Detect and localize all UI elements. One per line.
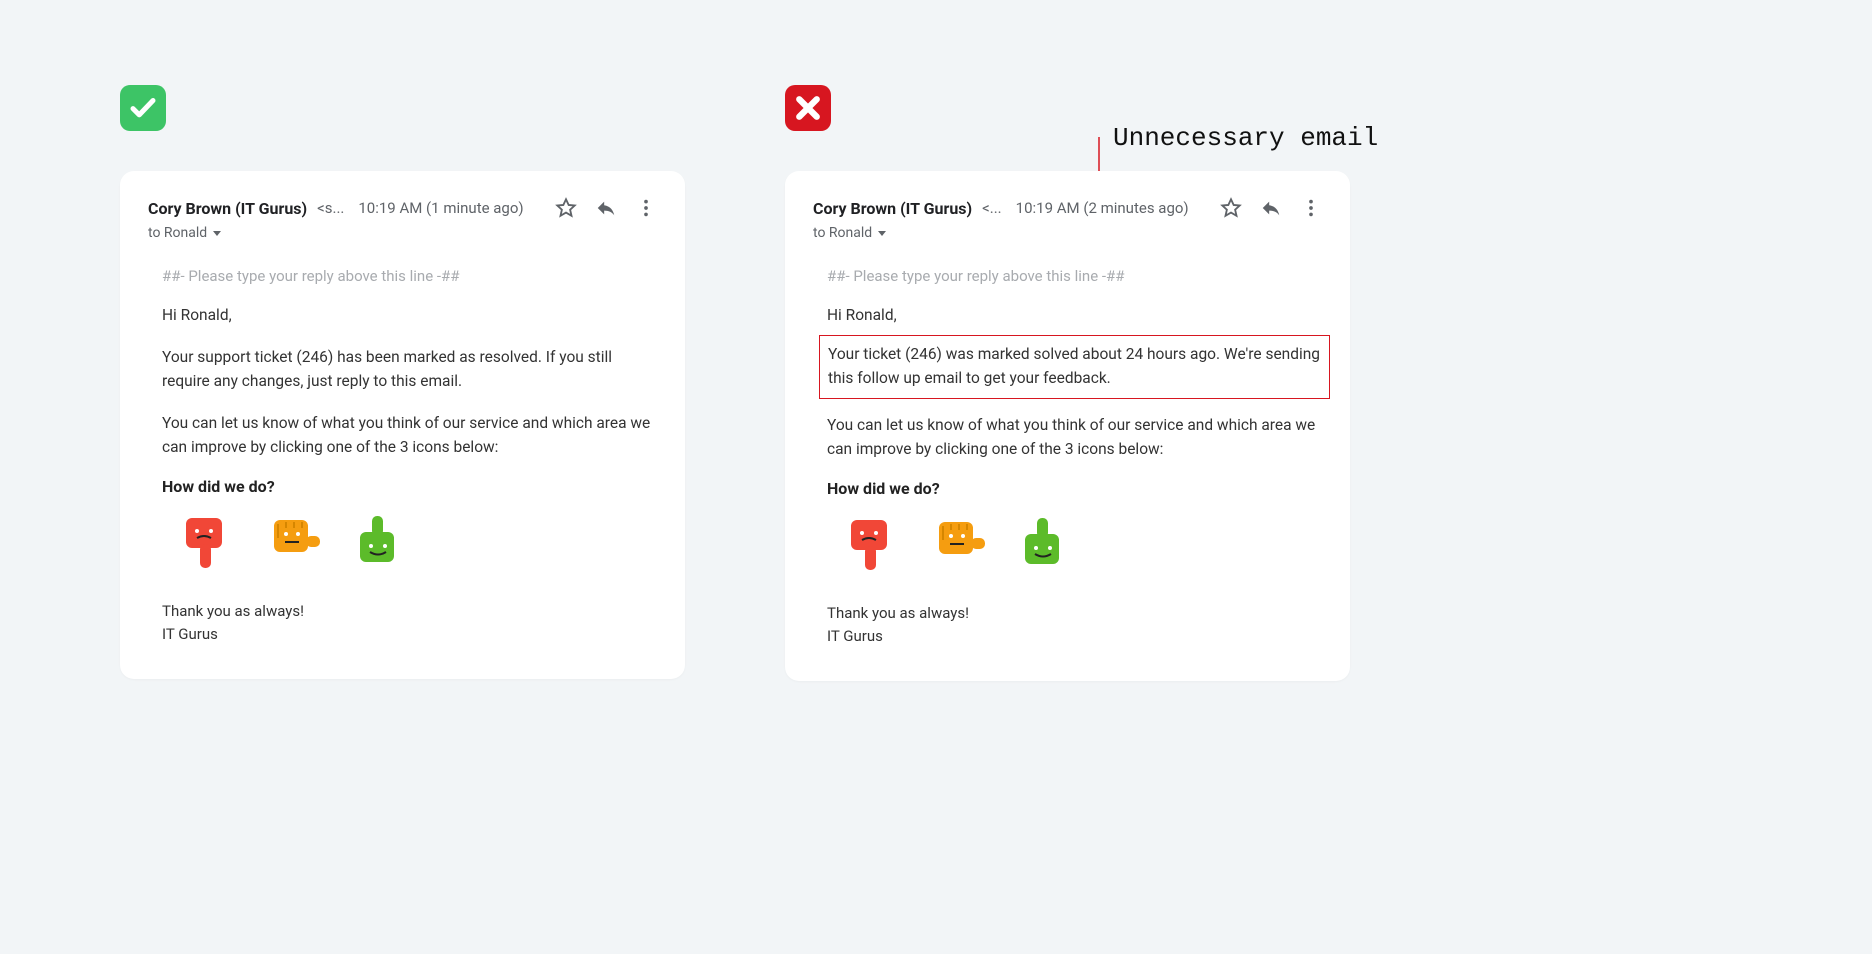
signoff: Thank you as always! IT Gurus: [162, 600, 657, 645]
highlight-box: Your ticket (246) was marked solved abou…: [819, 335, 1330, 399]
email-time: 10:19 AM (2 minutes ago): [1016, 199, 1189, 217]
reply-marker: ##- Please type your reply above this li…: [162, 267, 657, 285]
email-body: ##- Please type your reply above this li…: [813, 241, 1322, 647]
rating-row: [827, 516, 1322, 576]
more-icon[interactable]: [635, 197, 657, 219]
email-header: Cory Brown (IT Gurus) <s... 10:19 AM (1 …: [148, 197, 657, 219]
reply-icon[interactable]: [1260, 197, 1282, 219]
email-time: 10:19 AM (1 minute ago): [358, 199, 523, 217]
how-did-we-do: How did we do?: [827, 479, 1322, 498]
paragraph-2: You can let us know of what you think of…: [827, 413, 1322, 461]
how-did-we-do: How did we do?: [162, 477, 657, 496]
cross-badge: [785, 85, 831, 131]
chevron-down-icon: [213, 231, 221, 236]
sender-name: Cory Brown (IT Gurus): [148, 199, 307, 218]
thumbs-down-icon[interactable]: [180, 514, 236, 574]
greeting: Hi Ronald,: [162, 303, 657, 327]
paragraph-2: You can let us know of what you think of…: [162, 411, 657, 459]
sender-name: Cory Brown (IT Gurus): [813, 199, 972, 218]
greeting: Hi Ronald,: [827, 303, 1322, 327]
to-label: to Ronald: [148, 225, 207, 241]
rating-row: [162, 514, 657, 574]
sender-trunc: <...: [982, 199, 1002, 217]
bad-example-column: Unnecessary email Cory Brown (IT Gurus) …: [785, 85, 1350, 681]
email-card-good: Cory Brown (IT Gurus) <s... 10:19 AM (1 …: [120, 171, 685, 679]
chevron-down-icon: [878, 231, 886, 236]
check-icon: [128, 93, 158, 123]
reply-marker: ##- Please type your reply above this li…: [827, 267, 1322, 285]
thumbs-up-icon[interactable]: [352, 514, 408, 574]
paragraph-1: Your ticket (246) was marked solved abou…: [828, 342, 1321, 390]
signoff-line1: Thank you as always!: [162, 600, 657, 623]
email-card-bad: Cory Brown (IT Gurus) <... 10:19 AM (2 m…: [785, 171, 1350, 681]
fist-neutral-icon[interactable]: [266, 514, 322, 574]
star-icon[interactable]: [555, 197, 577, 219]
star-icon[interactable]: [1220, 197, 1242, 219]
paragraph-1: Your support ticket (246) has been marke…: [162, 345, 657, 393]
check-badge: [120, 85, 166, 131]
signoff-line1: Thank you as always!: [827, 602, 1322, 625]
to-label: to Ronald: [813, 225, 872, 241]
sender-trunc: <s...: [317, 199, 344, 217]
email-body: ##- Please type your reply above this li…: [148, 241, 657, 645]
email-header: Cory Brown (IT Gurus) <... 10:19 AM (2 m…: [813, 197, 1322, 219]
cross-icon: [793, 93, 823, 123]
email-to[interactable]: to Ronald: [148, 225, 657, 241]
thumbs-up-icon[interactable]: [1017, 516, 1073, 576]
signoff-line2: IT Gurus: [827, 625, 1322, 648]
reply-icon[interactable]: [595, 197, 617, 219]
callout-label: Unnecessary email: [1113, 123, 1378, 153]
fist-neutral-icon[interactable]: [931, 516, 987, 576]
good-example-column: Cory Brown (IT Gurus) <s... 10:19 AM (1 …: [120, 85, 685, 679]
email-to[interactable]: to Ronald: [813, 225, 1322, 241]
signoff: Thank you as always! IT Gurus: [827, 602, 1322, 647]
more-icon[interactable]: [1300, 197, 1322, 219]
email-actions: [555, 197, 657, 219]
signoff-line2: IT Gurus: [162, 623, 657, 646]
thumbs-down-icon[interactable]: [845, 516, 901, 576]
email-actions: [1220, 197, 1322, 219]
